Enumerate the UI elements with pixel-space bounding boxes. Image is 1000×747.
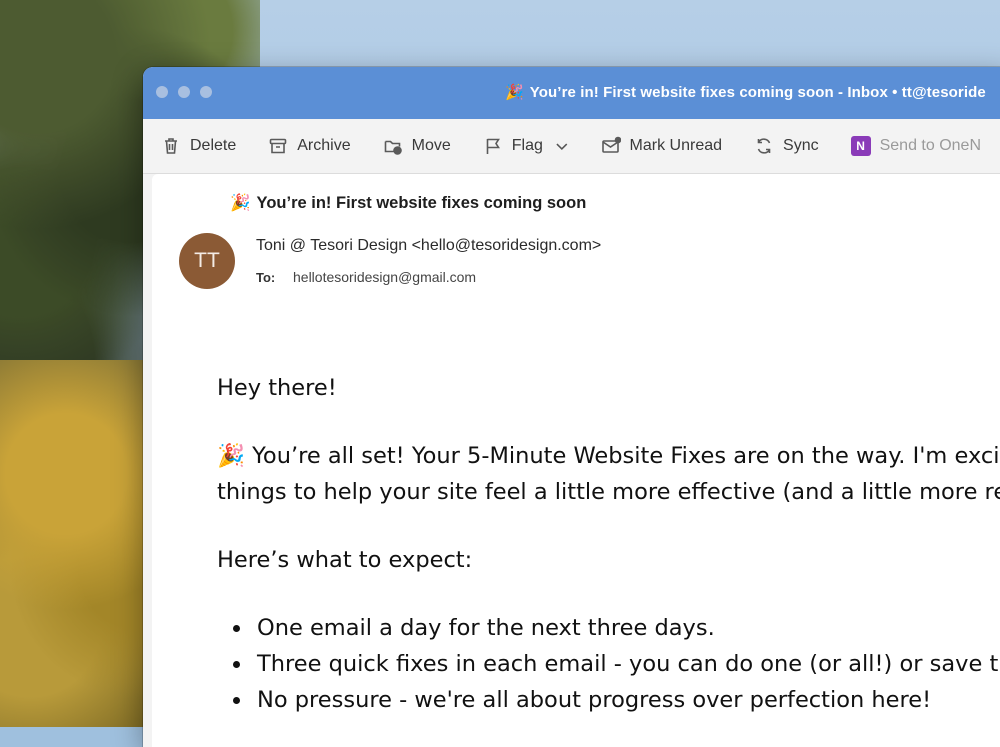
delete-button[interactable]: Delete	[161, 136, 236, 156]
chevron-down-icon[interactable]	[553, 137, 571, 155]
title-bar[interactable]: 🎉 You’re in! First website fixes coming s…	[143, 67, 1000, 119]
list-item: Three quick fixes in each email - you ca…	[233, 646, 1000, 682]
move-button[interactable]: Move	[383, 136, 451, 156]
close-window-button[interactable]	[156, 86, 168, 98]
expectations-list: One email a day for the next three days.…	[217, 610, 1000, 718]
mark-unread-button[interactable]: Mark Unread	[601, 136, 722, 156]
recipient[interactable]: hellotesoridesign@gmail.com	[293, 269, 476, 285]
party-popper-icon: 🎉	[230, 194, 251, 212]
flag-icon	[486, 138, 500, 154]
folder-move-icon	[384, 140, 402, 155]
greeting: Hey there!	[217, 375, 337, 401]
toolbar: Delete Archive Move Flag Mark Unread Syn…	[143, 119, 1000, 174]
to-label: To:	[256, 270, 276, 285]
flag-button[interactable]: Flag	[483, 136, 543, 156]
sync-icon	[757, 138, 771, 154]
party-popper-icon: 🎉	[217, 443, 246, 469]
list-item: One email a day for the next three days.	[233, 610, 1000, 646]
sync-button[interactable]: Sync	[754, 136, 819, 156]
intro-paragraph: 🎉 You’re all set! Your 5-Minute Website …	[217, 443, 1000, 505]
envelope-unread-icon	[601, 136, 621, 153]
message-subject: 🎉 You’re in! First website fixes coming s…	[230, 194, 587, 212]
zoom-window-button[interactable]	[200, 86, 212, 98]
sender[interactable]: Toni @ Tesori Design <hello@tesoridesign…	[256, 237, 601, 255]
minimize-window-button[interactable]	[178, 86, 190, 98]
send-to-onenote-button[interactable]: N Send to OneN	[850, 136, 981, 156]
onenote-icon: N	[850, 136, 871, 156]
message-reading-pane: 🎉 You’re in! First website fixes coming s…	[152, 174, 1000, 747]
party-popper-icon: 🎉	[505, 84, 524, 101]
trash-icon	[165, 138, 177, 154]
window-controls	[156, 86, 212, 98]
archive-icon	[269, 138, 287, 154]
archive-button[interactable]: Archive	[268, 136, 351, 156]
list-item: No pressure - we're all about progress o…	[233, 682, 1000, 718]
mail-window: 🎉 You’re in! First website fixes coming s…	[143, 67, 1000, 747]
expect-heading: Here’s what to expect:	[217, 547, 473, 573]
sender-avatar[interactable]: TT	[179, 233, 235, 289]
window-title: 🎉 You’re in! First website fixes coming s…	[505, 84, 986, 101]
